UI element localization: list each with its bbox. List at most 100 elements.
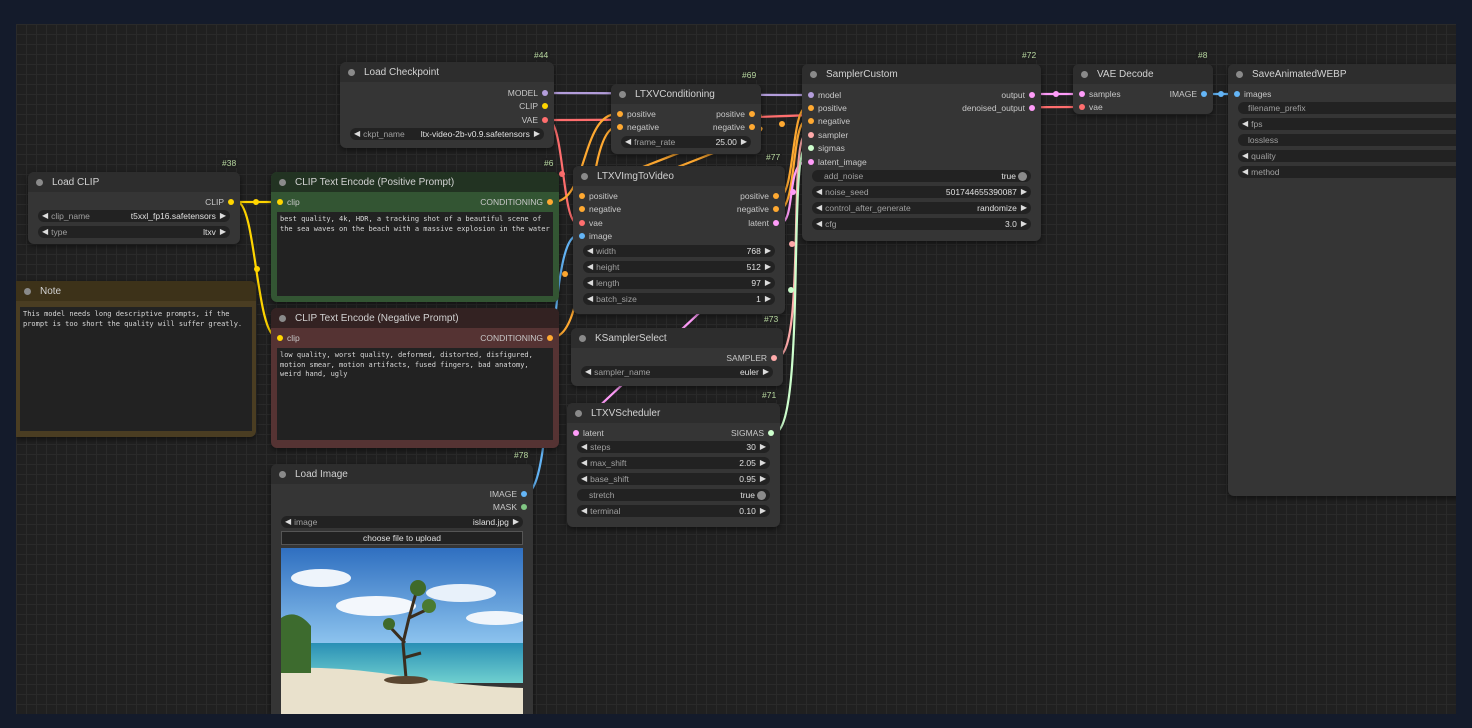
output-clip[interactable]: CLIP (205, 196, 234, 208)
collapse-dot-icon[interactable] (348, 68, 355, 76)
node-header[interactable]: SamplerCustom (802, 64, 1041, 84)
widget-batch-size[interactable]: ◀ batch_size 1 ▶ (583, 293, 775, 305)
output-model[interactable]: MODEL (508, 87, 548, 99)
widget-quality[interactable]: ◀ quality (1238, 150, 1456, 162)
widget-noise-seed[interactable]: ◀ noise_seed 501744655390087 ▶ (812, 186, 1031, 198)
socket-icon[interactable] (579, 206, 585, 212)
output-clip[interactable]: CLIP (519, 100, 548, 112)
widget-terminal[interactable]: ◀ terminal 0.10 ▶ (577, 505, 770, 517)
toggle-icon[interactable] (1018, 171, 1027, 181)
socket-icon[interactable] (1029, 105, 1035, 111)
widget-max-shift[interactable]: ◀ max_shift 2.05 ▶ (577, 457, 770, 469)
widget-frame-rate[interactable]: ◀ frame_rate 25.00 ▶ (621, 136, 751, 148)
arrow-right-icon[interactable]: ▶ (765, 277, 771, 289)
widget-height[interactable]: ◀ height 512 ▶ (583, 261, 775, 273)
input-latent-image[interactable]: latent_image (808, 156, 867, 168)
output-mask[interactable]: MASK (493, 501, 527, 513)
socket-icon[interactable] (1079, 91, 1085, 97)
node-load-checkpoint[interactable]: Load Checkpoint MODEL CLIP VAE ◀ ckpt_nam… (340, 62, 554, 148)
arrow-right-icon[interactable]: ▶ (220, 210, 226, 222)
widget-width[interactable]: ◀ width 768 ▶ (583, 245, 775, 257)
widget-sampler-name[interactable]: ◀ sampler_name euler ▶ (581, 366, 773, 378)
arrow-right-icon[interactable]: ▶ (1021, 218, 1027, 230)
node-header[interactable]: Note (16, 281, 256, 301)
socket-icon[interactable] (808, 145, 814, 151)
socket-icon[interactable] (547, 335, 553, 341)
node-vae-decode[interactable]: VAE Decode samples IMAGE vae (1073, 64, 1213, 114)
arrow-right-icon[interactable]: ▶ (760, 441, 766, 453)
output-vae[interactable]: VAE (522, 114, 548, 126)
arrow-right-icon[interactable]: ▶ (760, 457, 766, 469)
node-note[interactable]: Note This model needs long descriptive p… (16, 281, 256, 437)
node-header[interactable]: VAE Decode (1073, 64, 1213, 84)
output-sampler[interactable]: SAMPLER (726, 352, 777, 364)
node-ksampler-select[interactable]: KSamplerSelect SAMPLER ◀ sampler_name eule… (571, 328, 783, 386)
socket-icon[interactable] (547, 199, 553, 205)
output-sigmas[interactable]: SIGMAS (731, 427, 774, 439)
socket-icon[interactable] (277, 335, 283, 341)
input-sampler[interactable]: sampler (808, 129, 848, 141)
socket-icon[interactable] (749, 124, 755, 130)
arrow-right-icon[interactable]: ▶ (741, 136, 747, 148)
widget-fps[interactable]: ◀ fps (1238, 118, 1456, 130)
toggle-icon[interactable] (757, 490, 766, 500)
collapse-dot-icon[interactable] (279, 178, 286, 186)
input-latent[interactable]: latent (573, 427, 604, 439)
widget-clip-name[interactable]: ◀ clip_name t5xxl_fp16.safetensors ▶ (38, 210, 230, 222)
socket-icon[interactable] (1029, 92, 1035, 98)
socket-icon[interactable] (749, 111, 755, 117)
widget-type[interactable]: ◀ type ltxv ▶ (38, 226, 230, 238)
collapse-dot-icon[interactable] (1081, 70, 1088, 78)
socket-icon[interactable] (573, 430, 579, 436)
collapse-dot-icon[interactable] (24, 287, 31, 295)
widget-image[interactable]: ◀ image island.jpg ▶ (281, 516, 523, 528)
arrow-right-icon[interactable]: ▶ (763, 366, 769, 378)
node-header[interactable]: CLIP Text Encode (Negative Prompt) (271, 308, 559, 328)
output-image[interactable]: IMAGE (490, 488, 527, 500)
socket-icon[interactable] (771, 355, 777, 361)
socket-icon[interactable] (808, 92, 814, 98)
input-samples[interactable]: samples (1079, 88, 1121, 100)
output-denoised[interactable]: denoised_output (962, 102, 1035, 114)
node-save-animated-webp[interactable]: SaveAnimatedWEBP images filename_prefix … (1228, 64, 1456, 496)
output-latent[interactable]: latent (748, 217, 779, 229)
node-load-image[interactable]: Load Image IMAGE MASK ◀ image island.jpg ▶ … (271, 464, 533, 714)
collapse-dot-icon[interactable] (575, 409, 582, 417)
widget-stretch[interactable]: stretch true (577, 489, 770, 501)
widget-add-noise[interactable]: add_noise true (812, 170, 1031, 182)
collapse-dot-icon[interactable] (581, 172, 588, 180)
input-sigmas[interactable]: sigmas (808, 142, 845, 154)
node-header[interactable]: CLIP Text Encode (Positive Prompt) (271, 172, 559, 192)
collapse-dot-icon[interactable] (36, 178, 43, 186)
note-text[interactable]: This model needs long descriptive prompt… (20, 307, 252, 431)
widget-lossless[interactable]: lossless (1238, 134, 1456, 146)
input-positive[interactable]: positive (808, 102, 847, 114)
socket-icon[interactable] (808, 132, 814, 138)
output-negative[interactable]: negative (713, 121, 755, 133)
input-negative[interactable]: negative (579, 203, 621, 215)
socket-icon[interactable] (617, 111, 623, 117)
widget-ckpt-name[interactable]: ◀ ckpt_name ltx-video-2b-v0.9.safetensors ▶ (350, 128, 544, 140)
input-positive[interactable]: positive (579, 190, 618, 202)
arrow-right-icon[interactable]: ▶ (760, 473, 766, 485)
output-positive[interactable]: positive (740, 190, 779, 202)
node-ltxv-conditioning[interactable]: LTXVConditioning positive positive negat… (611, 84, 761, 154)
socket-icon[interactable] (808, 159, 814, 165)
socket-icon[interactable] (773, 193, 779, 199)
collapse-dot-icon[interactable] (279, 314, 286, 322)
node-sampler-custom[interactable]: SamplerCustom model output positive deno… (802, 64, 1041, 241)
socket-icon[interactable] (542, 103, 548, 109)
arrow-right-icon[interactable]: ▶ (513, 516, 519, 528)
arrow-right-icon[interactable]: ▶ (765, 245, 771, 257)
socket-icon[interactable] (773, 206, 779, 212)
socket-icon[interactable] (579, 233, 585, 239)
output-conditioning[interactable]: CONDITIONING (480, 332, 553, 344)
collapse-dot-icon[interactable] (279, 470, 286, 478)
input-clip[interactable]: clip (277, 332, 300, 344)
input-positive[interactable]: positive (617, 108, 656, 120)
socket-icon[interactable] (1201, 91, 1207, 97)
node-graph-canvas[interactable]: #44 Load Checkpoint MODEL CLIP VAE ◀ ckpt… (16, 24, 1456, 714)
output-negative[interactable]: negative (737, 203, 779, 215)
arrow-right-icon[interactable]: ▶ (1021, 202, 1027, 214)
arrow-right-icon[interactable]: ▶ (1021, 186, 1027, 198)
